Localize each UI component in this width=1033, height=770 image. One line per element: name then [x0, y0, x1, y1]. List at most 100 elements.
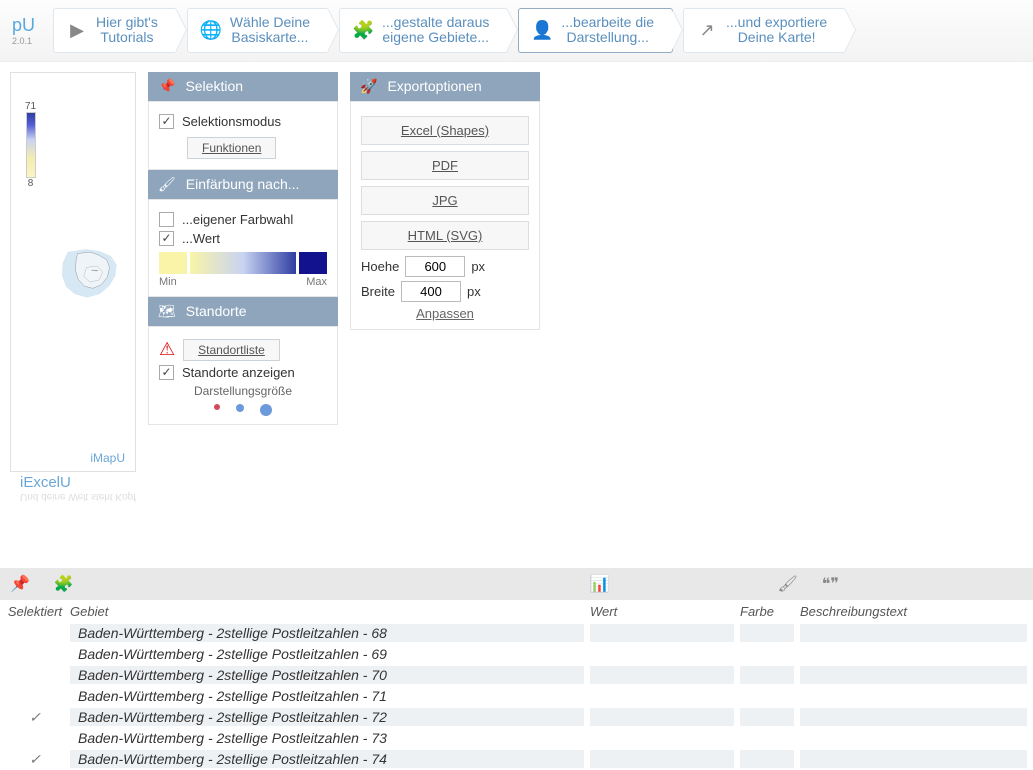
table-row[interactable]: ✓Baden-Württemberg - 2stellige Postleitz…: [0, 707, 1033, 728]
nav-regions[interactable]: 🧩 ...gestalte daraus eigene Gebiete...: [339, 8, 508, 53]
table-toolbar: 📌 🧩 📊 🖌 ❝❞: [0, 568, 1033, 600]
max-label: Max: [306, 276, 327, 288]
color-legend: 71 8: [25, 101, 36, 189]
anpassen-button[interactable]: Anpassen: [416, 306, 474, 321]
row-wert[interactable]: [590, 687, 734, 705]
row-farbe[interactable]: [740, 666, 794, 684]
map-brand: iMapU: [90, 451, 125, 465]
row-besch[interactable]: [800, 687, 1027, 705]
play-icon: ▶: [66, 20, 88, 41]
row-wert[interactable]: [590, 729, 734, 747]
row-besch[interactable]: [800, 645, 1027, 663]
row-wert[interactable]: [590, 750, 734, 768]
size-large-button[interactable]: [260, 404, 272, 416]
nav-label: ...gestalte daraus eigene Gebiete...: [382, 15, 489, 46]
row-wert[interactable]: [590, 645, 734, 663]
row-farbe[interactable]: [740, 729, 794, 747]
height-label: Hoehe: [361, 259, 399, 274]
row-gebiet: Baden-Württemberg - 2stellige Postleitza…: [70, 687, 584, 705]
height-input[interactable]: [405, 256, 465, 277]
section-locations-head: 🗺 Standorte: [148, 297, 338, 326]
nav-label: Hier gibt's Tutorials: [96, 15, 158, 46]
export-excel-button[interactable]: Excel (Shapes): [361, 116, 529, 145]
row-farbe[interactable]: [740, 645, 794, 663]
value-color-label: ...Wert: [182, 231, 220, 246]
funktionen-button[interactable]: Funktionen: [187, 137, 276, 159]
map-panel[interactable]: 71 8 Stuttgart iMapU: [10, 72, 136, 472]
min-color-swatch[interactable]: [159, 252, 187, 274]
section-selection-head: 📌 Selektion: [148, 72, 338, 101]
nav-tutorials[interactable]: ▶ Hier gibt's Tutorials: [53, 8, 177, 53]
row-gebiet: Baden-Württemberg - 2stellige Postleitza…: [70, 729, 584, 747]
side-export: 🚀 Exportoptionen Excel (Shapes) PDF JPG …: [350, 72, 540, 502]
share-icon: ↗: [696, 20, 718, 41]
row-wert[interactable]: [590, 708, 734, 726]
chart-icon[interactable]: 📊: [590, 574, 610, 594]
size-label: Darstellungsgröße: [159, 384, 327, 398]
data-table: Selektiert Gebiet Wert Farbe Beschreibun…: [0, 600, 1033, 770]
col-wert: Wert: [590, 604, 740, 619]
quote-icon[interactable]: ❝❞: [822, 574, 839, 594]
table-row[interactable]: Baden-Württemberg - 2stellige Postleitza…: [0, 665, 1033, 686]
row-wert[interactable]: [590, 624, 734, 642]
show-locations-checkbox[interactable]: ✓: [159, 365, 174, 380]
value-color-checkbox[interactable]: ✓: [159, 231, 174, 246]
pin-icon[interactable]: 📌: [10, 574, 30, 594]
width-input[interactable]: [401, 281, 461, 302]
export-pdf-button[interactable]: PDF: [361, 151, 529, 180]
warning-icon: ⚠: [159, 339, 175, 360]
max-color-swatch[interactable]: [299, 252, 327, 274]
px-label: px: [467, 284, 481, 299]
table-row[interactable]: Baden-Württemberg - 2stellige Postleitza…: [0, 644, 1033, 665]
table-row[interactable]: Baden-Württemberg - 2stellige Postleitza…: [0, 623, 1033, 644]
row-gebiet: Baden-Württemberg - 2stellige Postleitza…: [70, 624, 584, 642]
puzzle-icon[interactable]: 🧩: [54, 574, 74, 594]
row-besch[interactable]: [800, 708, 1027, 726]
table-row[interactable]: Baden-Württemberg - 2stellige Postleitza…: [0, 728, 1033, 749]
width-label: Breite: [361, 284, 395, 299]
section-export-head: 🚀 Exportoptionen: [350, 72, 540, 101]
map-icon: 🗺: [158, 303, 176, 320]
section-title: Selektion: [185, 78, 243, 94]
row-besch[interactable]: [800, 729, 1027, 747]
map-svg[interactable]: Stuttgart: [51, 81, 129, 465]
nav-export[interactable]: ↗ ...und exportiere Deine Karte!: [683, 8, 846, 53]
export-html-button[interactable]: HTML (SVG): [361, 221, 529, 250]
row-wert[interactable]: [590, 666, 734, 684]
brush-icon: 🖌: [158, 176, 176, 193]
row-select-mark: ✓: [29, 751, 41, 767]
section-title: Standorte: [186, 303, 247, 319]
row-farbe[interactable]: [740, 687, 794, 705]
row-besch[interactable]: [800, 624, 1027, 642]
selektionsmodus-checkbox[interactable]: ✓: [159, 114, 174, 129]
row-farbe[interactable]: [740, 624, 794, 642]
size-medium-button[interactable]: [236, 404, 244, 412]
underbrand: iExcelU: [10, 474, 136, 491]
top-nav: pU 2.0.1 ▶ Hier gibt's Tutorials 🌐 Wähle…: [0, 0, 1033, 62]
row-farbe[interactable]: [740, 750, 794, 768]
size-small-button[interactable]: [214, 404, 220, 410]
px-label: px: [471, 259, 485, 274]
brush-icon[interactable]: 🖌: [777, 574, 797, 594]
nav-basemap[interactable]: 🌐 Wähle Deine Basiskarte...: [187, 8, 329, 53]
row-besch[interactable]: [800, 666, 1027, 684]
row-select-mark: ✓: [29, 709, 41, 725]
own-color-checkbox[interactable]: [159, 212, 174, 227]
brand: pU 2.0.1: [4, 15, 43, 46]
min-label: Min: [159, 276, 177, 288]
table-row[interactable]: Baden-Württemberg - 2stellige Postleitza…: [0, 686, 1033, 707]
row-gebiet: Baden-Württemberg - 2stellige Postleitza…: [70, 645, 584, 663]
nav-display[interactable]: 👤 ...bearbeite die Darstellung...: [518, 8, 673, 53]
table-row[interactable]: ✓Baden-Württemberg - 2stellige Postleitz…: [0, 749, 1033, 770]
section-coloring-head: 🖌 Einfärbung nach...: [148, 170, 338, 199]
nav-label: ...bearbeite die Darstellung...: [561, 15, 654, 46]
section-title: Exportoptionen: [387, 78, 481, 94]
standortliste-button[interactable]: Standortliste: [183, 339, 280, 361]
row-farbe[interactable]: [740, 708, 794, 726]
main: 71 8 Stuttgart iMapU iExcelU Und deine W…: [0, 62, 1033, 508]
legend-bar: [26, 112, 36, 178]
puzzle-icon: 🧩: [352, 20, 374, 41]
section-title: Einfärbung nach...: [186, 176, 300, 192]
export-jpg-button[interactable]: JPG: [361, 186, 529, 215]
row-besch[interactable]: [800, 750, 1027, 768]
